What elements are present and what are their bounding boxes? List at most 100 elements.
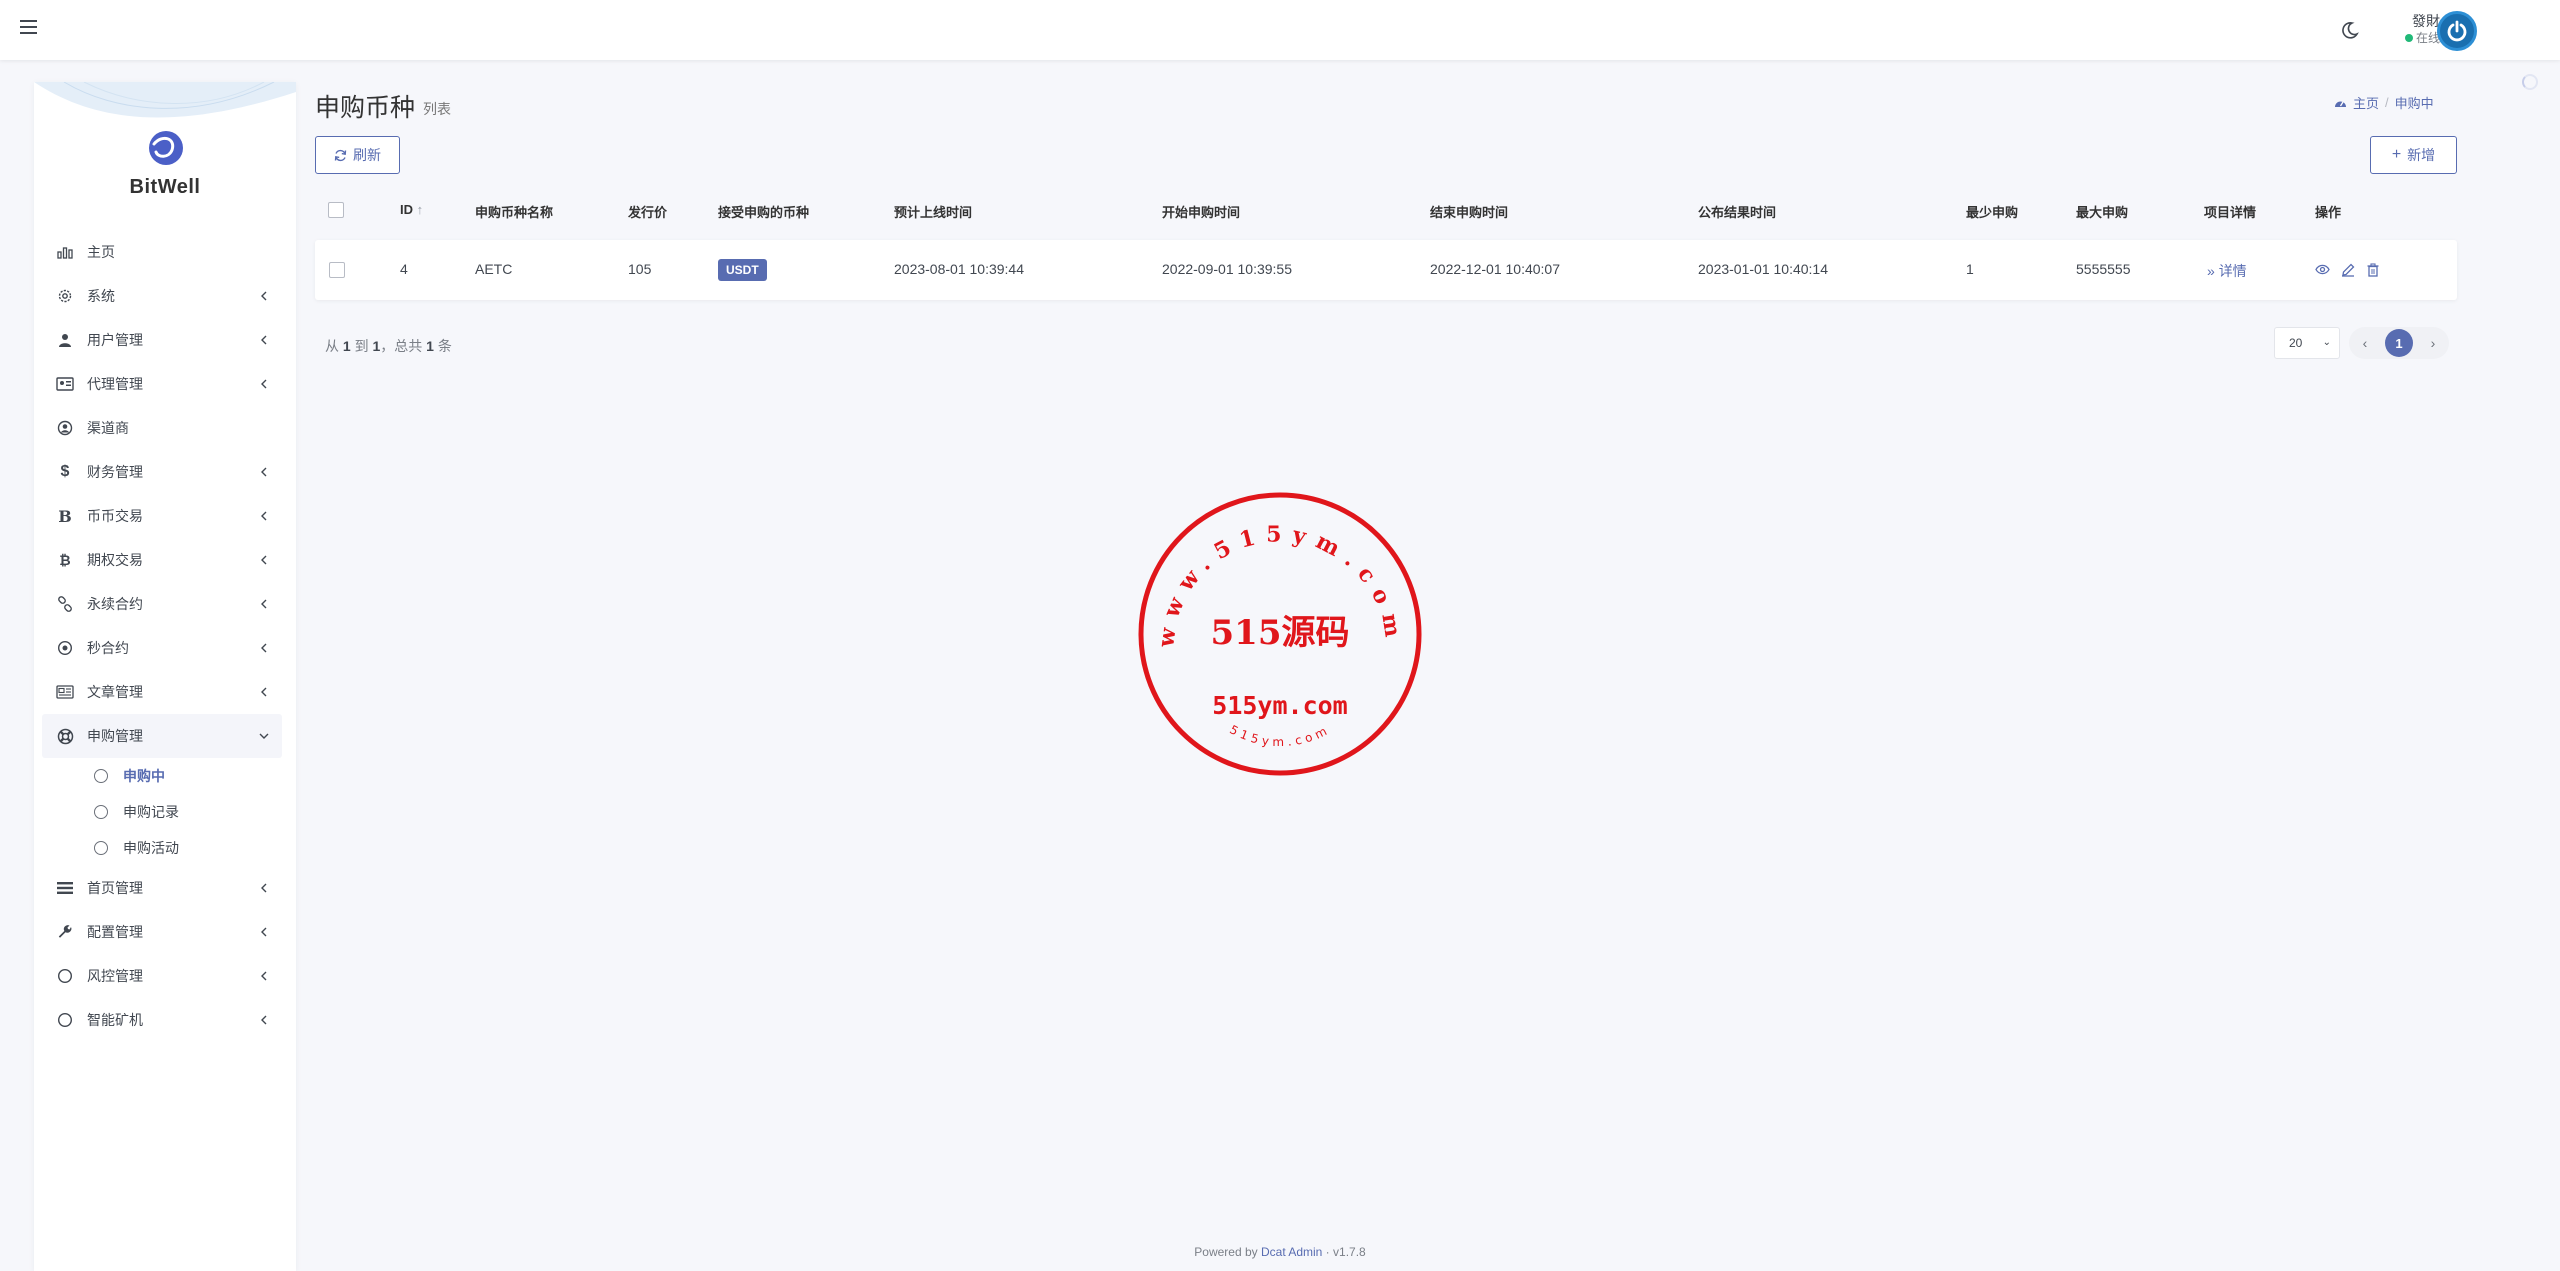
cell-price: 105 <box>628 261 652 277</box>
sidebar-item-label: 文章管理 <box>87 684 143 700</box>
cell-min: 1 <box>1966 261 1974 277</box>
sidebar-item-label: 首页管理 <box>87 880 143 896</box>
sidebar-item-label: 系统 <box>87 288 115 304</box>
link-icon <box>56 595 74 613</box>
next-page-chevron-icon[interactable]: › <box>2423 333 2443 353</box>
circle-icon <box>94 805 108 819</box>
loading-spinner-icon <box>2522 74 2538 90</box>
bitcoin-icon: ₿ <box>59 552 71 568</box>
sidebar-item-label: 申购管理 <box>87 728 143 744</box>
chevron-left-icon <box>261 291 267 301</box>
sidebar-item-second-contract[interactable]: 秒合约 <box>34 626 296 670</box>
view-eye-icon[interactable] <box>2315 262 2330 277</box>
sidebar-item-channel[interactable]: 渠道商 <box>34 406 296 450</box>
avatar[interactable] <box>2437 11 2477 51</box>
newspaper-icon <box>56 683 74 701</box>
table-row: 4 AETC 105 USDT 2023-08-01 10:39:44 2022… <box>315 240 2457 300</box>
submenu-item-label: 申购中 <box>123 768 165 784</box>
sidebar-item-label: 代理管理 <box>87 376 143 392</box>
sidebar-item-config-management[interactable]: 配置管理 <box>34 910 296 954</box>
sidebar-menu: 主页 系统 用户管理 代理管理 渠道商 $ 财务管理 B 币币交易 ₿ 期权交易… <box>34 230 296 1042</box>
column-header-price: 发行价 <box>628 205 668 220</box>
plus-icon: + <box>2391 146 2402 163</box>
sidebar-item-label: 期权交易 <box>87 552 143 568</box>
sidebar-item-risk-control[interactable]: 风控管理 <box>34 954 296 998</box>
sidebar-item-finance[interactable]: $ 财务管理 <box>34 450 296 494</box>
column-header-id[interactable]: ID ↑ <box>400 202 423 217</box>
cell-end-time: 2022-12-01 10:40:07 <box>1430 261 1560 277</box>
user-circle-icon <box>56 419 74 437</box>
users-icon <box>56 331 74 349</box>
sidebar-item-agent-management[interactable]: 代理管理 <box>34 362 296 406</box>
sidebar-item-label: 智能矿机 <box>87 1012 143 1028</box>
new-button[interactable]: + 新增 <box>2370 136 2457 174</box>
cell-result-time: 2023-01-01 10:40:14 <box>1698 261 1828 277</box>
column-header-max: 最大申购 <box>2076 205 2129 220</box>
sidebar-item-coin-trading[interactable]: B 币币交易 <box>34 494 296 538</box>
sidebar-item-homepage-management[interactable]: 首页管理 <box>34 866 296 910</box>
sidebar-item-subscription[interactable]: 申购管理 <box>42 714 282 758</box>
column-header-end-time: 结束申购时间 <box>1430 205 1509 220</box>
sidebar: BitWell 主页 系统 用户管理 代理管理 渠道商 $ 财务管理 B 币币交… <box>34 82 296 1271</box>
select-all-checkbox[interactable] <box>328 202 344 218</box>
stamp-domain-text: 515ym.com <box>1212 691 1347 720</box>
id-card-icon <box>56 375 74 393</box>
sidebar-item-options-trading[interactable]: ₿ 期权交易 <box>34 538 296 582</box>
chevron-left-icon <box>261 927 267 937</box>
edit-pencil-icon[interactable] <box>2340 262 2355 277</box>
cell-max: 5555555 <box>2076 261 2131 277</box>
dot-circle-icon <box>56 639 74 657</box>
dashboard-icon <box>2335 101 2346 107</box>
pagination-summary: 从 1 到 1，总共 1 条 <box>325 338 452 354</box>
chevron-left-icon <box>261 555 267 565</box>
wrench-icon <box>56 923 74 941</box>
sidebar-item-system[interactable]: 系统 <box>34 274 296 318</box>
column-header-min: 最少申购 <box>1966 205 2019 220</box>
submenu-item-subscribing[interactable]: 申购中 <box>34 758 296 794</box>
dark-mode-moon-icon[interactable] <box>2340 20 2360 40</box>
submenu-item-label: 申购活动 <box>123 840 179 856</box>
submenu-item-subscription-activities[interactable]: 申购活动 <box>34 830 296 866</box>
user-name: 發財 <box>2412 13 2440 29</box>
sidebar-item-label: 币币交易 <box>87 508 143 524</box>
refresh-button[interactable]: 刷新 <box>315 136 400 174</box>
user-info[interactable]: 發財 在线 <box>2380 12 2440 46</box>
row-actions <box>2315 262 2380 277</box>
cell-id: 4 <box>400 261 408 277</box>
chevron-left-icon <box>261 599 267 609</box>
sidebar-item-home[interactable]: 主页 <box>34 230 296 274</box>
sidebar-item-label: 财务管理 <box>87 464 143 480</box>
sidebar-item-label: 配置管理 <box>87 924 143 940</box>
stamp-center-text: 515源码 <box>1211 613 1350 653</box>
chevron-left-icon <box>261 883 267 893</box>
detail-link[interactable]: » 详情 <box>2207 261 2247 281</box>
brand[interactable]: BitWell <box>34 82 296 197</box>
top-navbar: 發財 在线 <box>0 0 2560 60</box>
brand-name: BitWell <box>129 176 201 197</box>
refresh-icon <box>334 149 347 161</box>
chevron-left-icon <box>261 971 267 981</box>
per-page-select[interactable]: 20 ⌄ <box>2274 327 2340 359</box>
breadcrumb-current: 申购中 <box>2394 96 2434 111</box>
sidebar-item-user-management[interactable]: 用户管理 <box>34 318 296 362</box>
circle-icon <box>56 967 74 985</box>
power-icon <box>2447 20 2467 42</box>
sidebar-item-perpetual[interactable]: 永续合约 <box>34 582 296 626</box>
column-header-accepted-currency: 接受申购的币种 <box>718 205 810 220</box>
sidebar-item-label: 用户管理 <box>87 332 143 348</box>
delete-trash-icon[interactable] <box>2365 262 2380 277</box>
page-number-current[interactable]: 1 <box>2385 329 2413 357</box>
sidebar-item-smart-miner[interactable]: 智能矿机 <box>34 998 296 1042</box>
page-subtitle: 列表 <box>423 101 451 117</box>
sidebar-item-article[interactable]: 文章管理 <box>34 670 296 714</box>
breadcrumb-home-link[interactable]: 主页 <box>2353 93 2379 112</box>
dcat-admin-link[interactable]: Dcat Admin <box>1261 1245 1322 1259</box>
breadcrumb-separator: / <box>2385 95 2389 110</box>
row-checkbox[interactable] <box>329 262 345 278</box>
hamburger-menu-icon[interactable] <box>20 20 37 34</box>
chevron-down-icon <box>259 733 269 739</box>
submenu-item-subscription-records[interactable]: 申购记录 <box>34 794 296 830</box>
chevron-down-icon: ⌄ <box>2322 337 2331 348</box>
prev-page-chevron-icon[interactable]: ‹ <box>2355 333 2375 353</box>
page-title: 申购币种 <box>315 94 416 122</box>
